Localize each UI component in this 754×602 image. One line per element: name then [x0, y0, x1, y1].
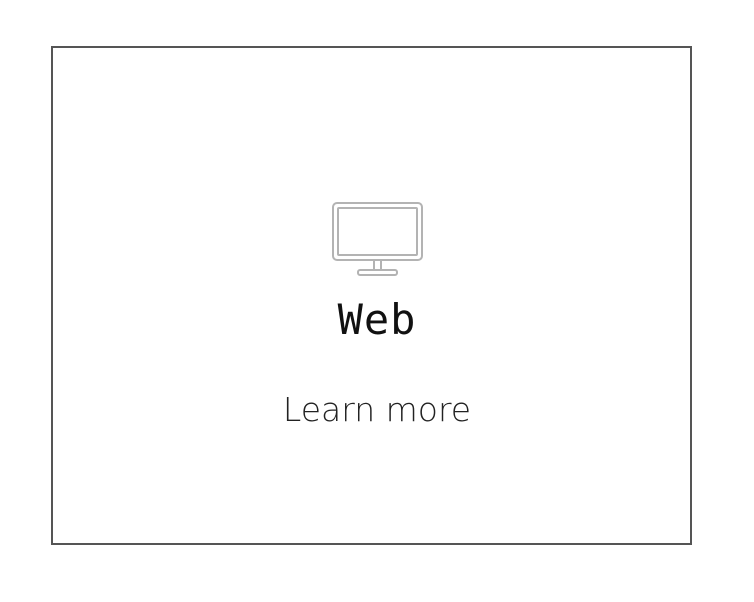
learn-more-label[interactable]: Learn more [283, 390, 471, 429]
learn-more-link[interactable]: Learn more [0, 388, 754, 432]
desktop-monitor-icon [330, 200, 426, 278]
card-title: Web [337, 295, 417, 344]
